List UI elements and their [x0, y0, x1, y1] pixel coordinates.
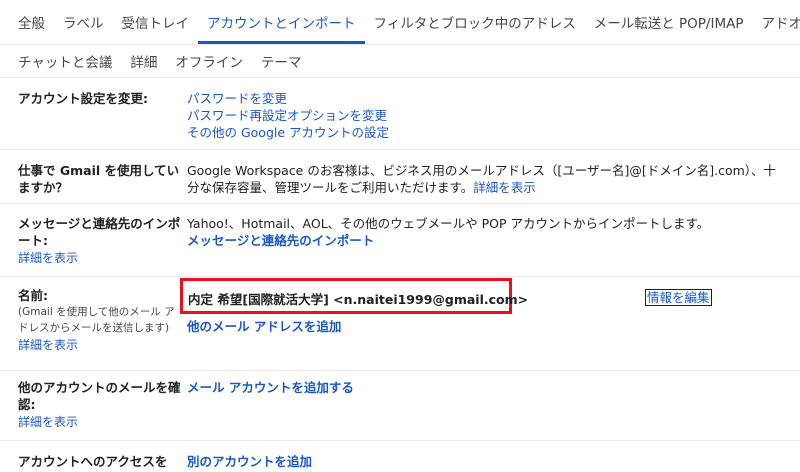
sender-name-value: 内定 希望[国際就活大学] <n.naitei1999@gmail.com> [188, 292, 529, 307]
import-mail-and-contacts-link[interactable]: メッセージと連絡先のインポート [187, 232, 787, 249]
tab-themes[interactable]: テーマ [252, 45, 311, 77]
name-section: 名前: (Gmail を使用して他のメール アドレスからメールを送信します) 詳… [0, 277, 800, 371]
tab-labels[interactable]: ラベル [54, 0, 113, 44]
tabs-divider [0, 77, 800, 78]
import-section: メッセージと連絡先のインポート: 詳細を表示 Yahoo!、Hotmail、AO… [0, 204, 800, 277]
name-learn-more-link[interactable]: 詳細を表示 [18, 337, 184, 354]
tab-accounts-and-import[interactable]: アカウントとインポート [198, 0, 365, 44]
import-learn-more-link[interactable]: 詳細を表示 [18, 250, 184, 267]
tab-filters-and-blocked[interactable]: フィルタとブロック中のアドレス [365, 0, 585, 44]
tab-offline[interactable]: オフライン [166, 45, 252, 77]
add-mail-account-link[interactable]: メール アカウントを追加する [187, 380, 354, 395]
other-google-account-settings-link[interactable]: その他の Google アカウントの設定 [187, 124, 787, 141]
workspace-label: 仕事で Gmail を使用していますか？ [18, 163, 180, 195]
tab-advanced[interactable]: 詳細 [121, 45, 166, 77]
check-mail-learn-more-link[interactable]: 詳細を表示 [18, 414, 184, 431]
change-recovery-options-link[interactable]: パスワード再設定オプションを変更 [187, 107, 787, 124]
change-account-settings-label: アカウント設定を変更: [18, 91, 148, 106]
change-password-link[interactable]: パスワードを変更 [187, 90, 787, 107]
settings-tabs-row-2: チャットと会議 詳細 オフライン テーマ [0, 45, 800, 77]
grant-access-label: アカウントへのアクセスを [18, 454, 168, 469]
tab-inbox[interactable]: 受信トレイ [113, 0, 199, 44]
name-sublabel: (Gmail を使用して他のメール アドレスからメールを送信します) [18, 306, 175, 334]
add-another-account-link[interactable]: 別のアカウントを追加 [187, 454, 312, 469]
workspace-section: 仕事で Gmail を使用していますか？ Google Workspace のお… [0, 150, 800, 204]
import-description: Yahoo!、Hotmail、AOL、その他のウェブメールや POP アカウント… [187, 216, 710, 231]
tab-chat-and-meet[interactable]: チャットと会議 [0, 45, 121, 77]
settings-tabs-row-1: 全般 ラベル 受信トレイ アカウントとインポート フィルタとブロック中のアドレス… [0, 0, 800, 45]
tab-general[interactable]: 全般 [0, 0, 54, 44]
edit-info-link[interactable]: 情報を編集 [645, 289, 712, 306]
add-another-address-link[interactable]: 他のメール アドレスを追加 [187, 316, 341, 335]
tab-forwarding-pop-imap[interactable]: メール転送と POP/IMAP [585, 0, 753, 44]
check-mail-label: 他のアカウントのメールを確認: [18, 380, 181, 412]
change-account-settings-section: アカウント設定を変更: パスワードを変更 パスワード再設定オプションを変更 その… [0, 80, 800, 150]
grant-access-section: アカウントへのアクセスを 別のアカウントを追加 [0, 441, 800, 472]
tab-addons[interactable]: アドオン [753, 0, 800, 44]
workspace-learn-more-link[interactable]: 詳細を表示 [473, 180, 536, 195]
check-mail-section: 他のアカウントのメールを確認: 詳細を表示 メール アカウントを追加する [0, 371, 800, 441]
import-label: メッセージと連絡先のインポート: [18, 216, 181, 248]
name-label: 名前: [18, 288, 48, 303]
